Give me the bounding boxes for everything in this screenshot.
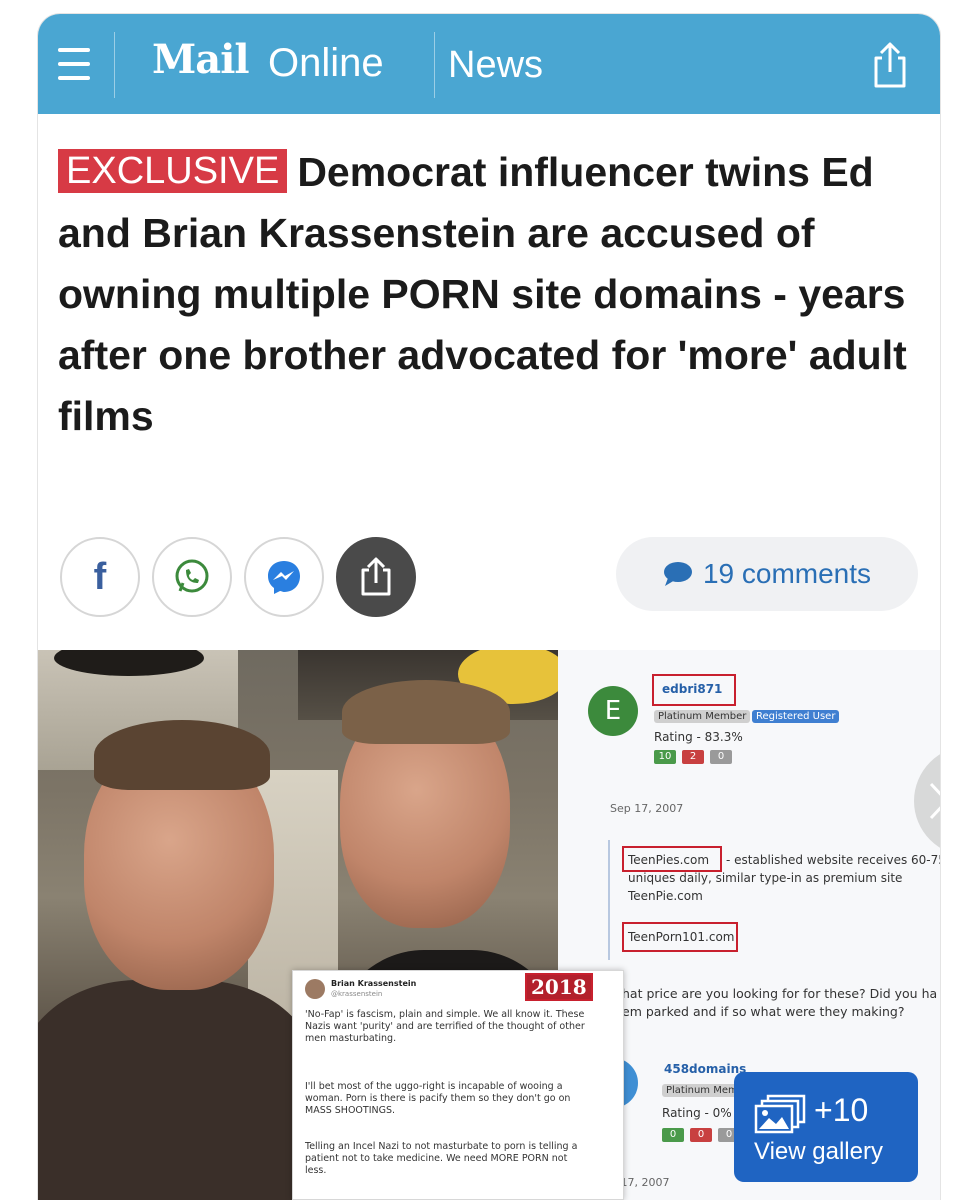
header-divider	[114, 32, 115, 98]
gallery-count: +10	[814, 1092, 869, 1128]
comment-bubble-icon	[663, 562, 692, 586]
gallery-label: View gallery	[754, 1138, 883, 1165]
share-row: f 19 comments	[60, 534, 920, 624]
tweet-text: Telling an Incel Nazi to not masturbate …	[305, 1141, 578, 1176]
messenger-icon	[268, 561, 300, 594]
domain-teenporn101: TeenPorn101.com	[628, 930, 735, 944]
forum-rank: Platinum Mem	[662, 1084, 742, 1097]
facebook-share-button[interactable]: f	[60, 537, 140, 617]
vote-up: 0	[662, 1128, 684, 1142]
forum-role: Registered User	[752, 710, 840, 723]
forum-rank: Platinum Member	[654, 710, 751, 723]
brand-logo-mail[interactable]: Mail	[152, 36, 250, 83]
tweet-author: Brian Krassenstein	[331, 979, 417, 988]
whatsapp-share-button[interactable]	[152, 537, 232, 617]
header-divider	[434, 32, 435, 98]
gallery-next-button[interactable]	[914, 746, 940, 856]
share-icon[interactable]	[868, 40, 912, 90]
article-card: Mail Online News EXCLUSIVE Democrat influ…	[38, 14, 940, 1200]
tweet-handle: @krassenstein	[331, 990, 383, 998]
share-icon	[361, 557, 391, 596]
forum-text: uniques daily, similar type-in as premiu…	[628, 871, 903, 885]
forum-rating: Rating - 83.3%	[654, 730, 743, 744]
tweet-screenshot: Brian Krassenstein @krassenstein 2018 'N…	[292, 970, 624, 1200]
tweet-text: 'No-Fap' is fascism, plain and simple. W…	[305, 1009, 585, 1044]
domain-teenpies: TeenPies.com	[628, 853, 710, 867]
forum-text: TeenPie.com	[628, 889, 703, 903]
whatsapp-icon	[175, 559, 209, 593]
chevron-right-icon	[929, 782, 940, 820]
messenger-share-button[interactable]	[244, 537, 324, 617]
forum-text: - established website receives 60-75	[726, 853, 940, 867]
exclusive-badge: EXCLUSIVE	[58, 149, 288, 193]
vote-down: 2	[682, 750, 704, 764]
avatar	[305, 979, 325, 999]
more-share-button[interactable]	[336, 537, 416, 617]
forum-reply: hat price are you looking for for these?…	[622, 986, 938, 1001]
menu-icon[interactable]	[58, 46, 90, 84]
section-title[interactable]: News	[448, 44, 543, 87]
comments-button[interactable]: 19 comments	[616, 537, 918, 611]
app-header: Mail Online News	[38, 14, 940, 114]
view-gallery-button[interactable]: +10 View gallery	[734, 1072, 918, 1182]
gallery-icon	[754, 1094, 806, 1134]
brand-logo-online[interactable]: Online	[268, 41, 384, 86]
vote-neutral: 0	[710, 750, 732, 764]
article-headline: EXCLUSIVE Democrat influencer twins Ed an…	[58, 142, 918, 447]
article-hero-image[interactable]: E edbri871 Platinum Member Registered Us…	[38, 650, 940, 1200]
forum-rating: Rating - 0%	[662, 1106, 732, 1120]
forum-username: edbri871	[662, 682, 723, 696]
year-label: 2018	[525, 973, 593, 1001]
comments-count: 19 comments	[702, 558, 872, 589]
forum-username: 458domains	[664, 1062, 747, 1076]
vote-up: 10	[654, 750, 676, 764]
forum-reply: em parked and if so what were they makin…	[622, 1004, 905, 1019]
forum-date: Sep 17, 2007	[610, 802, 684, 815]
vote-down: 0	[690, 1128, 712, 1142]
facebook-icon: f	[93, 555, 107, 598]
tweet-text: I'll bet most of the uggo-right is incap…	[305, 1081, 571, 1116]
forum-avatar: E	[588, 686, 638, 736]
